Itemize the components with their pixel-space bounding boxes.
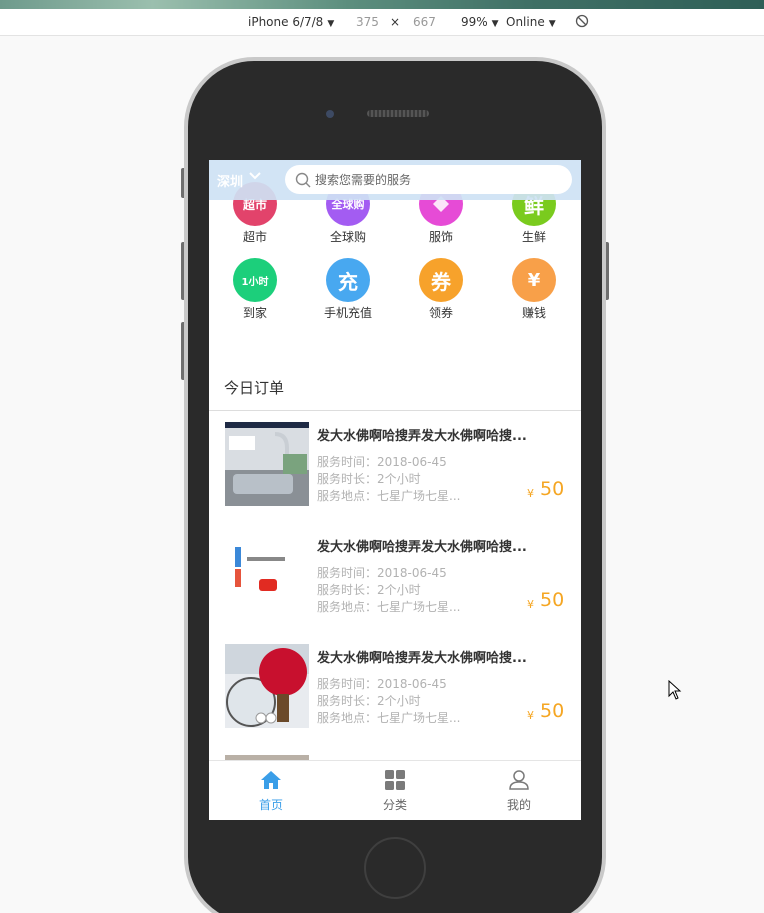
rotate-icon[interactable] [575, 14, 589, 31]
phone-screen: 深圳 超市 超市 全球购 全球购 服饰 鲜 生鲜 1小时 到家 [209, 160, 581, 820]
chevron-down-icon: ▼ [548, 19, 556, 29]
app-header: 深圳 [209, 160, 581, 200]
category-home-delivery[interactable]: 1小时 到家 [215, 258, 295, 321]
tab-label-mine: 我的 [506, 798, 531, 812]
order-item[interactable]: 发大水佛啊哈搜弄发大水佛啊哈搜... 服务时间：2018-06-45 服务时长：… [209, 644, 581, 755]
home-button[interactable] [364, 837, 426, 899]
money-bag-icon: ¥ [512, 258, 556, 302]
tab-home[interactable]: 首页 [209, 761, 333, 820]
front-camera [326, 110, 334, 118]
search-box[interactable] [285, 165, 572, 194]
category-coupons[interactable]: 券 领券 [401, 258, 481, 321]
home-delivery-icon: 1小时 [233, 258, 277, 302]
grid-icon [385, 770, 405, 790]
category-label: 全球购 [329, 230, 366, 244]
order-item[interactable]: 发大水佛啊哈搜弄发大水佛啊哈搜... 服务时间：2018-06-45 服务时长：… [209, 422, 581, 533]
viewport-height-field[interactable]: 667 [413, 15, 436, 29]
device-select[interactable]: iPhone 6/7/8 ▼ [248, 15, 334, 29]
zoom-select[interactable]: 99% ▼ [461, 15, 499, 29]
currency-symbol: ¥ [527, 709, 534, 722]
product-thumbnail-paddle [225, 644, 309, 728]
currency-symbol: ¥ [527, 598, 534, 611]
mobile-topup-icon: 充 [326, 258, 370, 302]
section-title-today-orders: 今日订单 [224, 379, 285, 397]
viewport-width-field[interactable]: 375 [356, 15, 379, 29]
order-title: 发大水佛啊哈搜弄发大水佛啊哈搜... [317, 429, 527, 444]
user-icon [509, 770, 529, 790]
order-service-location: 服务地点：七星广场七星... [317, 600, 461, 614]
search-input[interactable] [315, 170, 555, 189]
times-sign: × [390, 15, 401, 29]
category-label: 服饰 [428, 230, 453, 244]
device-name: iPhone 6/7/8 [248, 15, 324, 29]
network-value: Online [506, 15, 545, 29]
order-service-time: 服务时间：2018-06-45 [317, 455, 447, 469]
category-mobile-topup[interactable]: 充 手机充值 [308, 258, 388, 321]
order-price: 50 [540, 700, 565, 722]
order-service-duration: 服务时长：2个小时 [317, 472, 421, 486]
category-label: 赚钱 [521, 306, 546, 320]
tab-mine[interactable]: 我的 [457, 761, 581, 820]
category-label: 超市 [242, 230, 267, 244]
network-throttle-select[interactable]: Online ▼ [506, 15, 556, 29]
zoom-value: 99% [461, 15, 488, 29]
bottom-tab-bar: 首页 分类 我的 [209, 760, 581, 820]
order-service-time: 服务时间：2018-06-45 [317, 677, 447, 691]
coupon-icon: 券 [419, 258, 463, 302]
order-service-time: 服务时间：2018-06-45 [317, 566, 447, 580]
category-label: 到家 [242, 306, 267, 320]
chevron-down-icon: ▼ [491, 19, 499, 29]
chevron-down-icon[interactable] [249, 170, 261, 182]
order-service-location: 服务地点：七星广场七星... [317, 489, 461, 503]
order-price: 50 [540, 589, 565, 611]
order-price: 50 [540, 478, 565, 500]
order-service-duration: 服务时长：2个小时 [317, 694, 421, 708]
category-label: 手机充值 [323, 306, 372, 320]
category-label: 生鲜 [521, 230, 546, 244]
tab-label-categories: 分类 [382, 798, 407, 812]
mouse-cursor-icon [668, 680, 682, 700]
order-item[interactable]: 发大水佛啊哈搜弄发大水佛啊哈搜... 服务时间：2018-06-45 服务时长：… [209, 533, 581, 644]
desktop-wallpaper-strip [0, 0, 764, 9]
category-earn-money[interactable]: ¥ 赚钱 [494, 258, 574, 321]
order-title: 发大水佛啊哈搜弄发大水佛啊哈搜... [317, 651, 527, 666]
category-label: 领券 [428, 306, 453, 320]
order-service-duration: 服务时长：2个小时 [317, 583, 421, 597]
order-service-location: 服务地点：七星广场七星... [317, 711, 461, 725]
devtools-device-toolbar: iPhone 6/7/8 ▼ 375 × 667 99% ▼ Online ▼ [0, 9, 764, 36]
product-thumbnail-sticker [225, 533, 309, 617]
tab-categories[interactable]: 分类 [333, 761, 457, 820]
currency-symbol: ¥ [527, 487, 534, 500]
product-thumbnail-faucet [225, 422, 309, 506]
chevron-down-icon: ▼ [327, 19, 335, 29]
tab-label-home: 首页 [258, 798, 283, 812]
home-icon [261, 771, 281, 789]
divider [209, 410, 581, 411]
earpiece-speaker [367, 110, 429, 117]
city-selector[interactable]: 深圳 [217, 171, 243, 190]
order-title: 发大水佛啊哈搜弄发大水佛啊哈搜... [317, 540, 527, 555]
search-icon [295, 172, 311, 188]
